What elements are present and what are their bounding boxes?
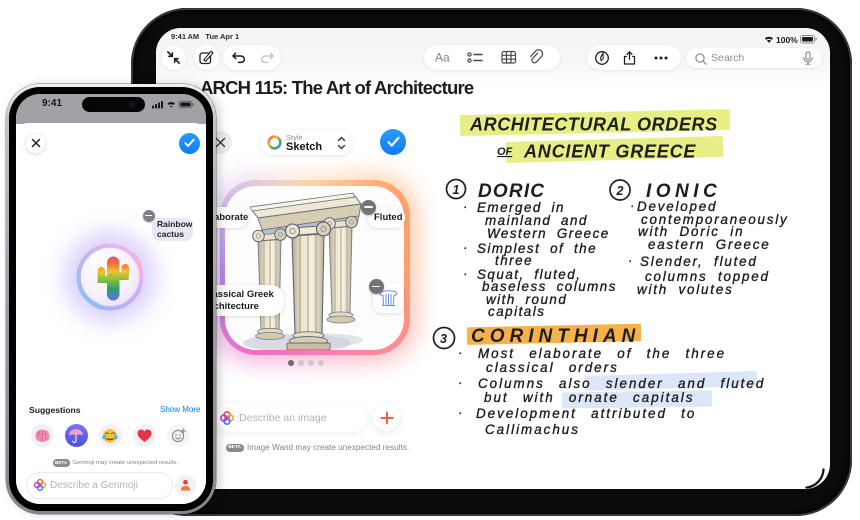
svg-text:Slender, fluted: Slender, fluted bbox=[640, 254, 758, 269]
svg-text:·: · bbox=[463, 240, 469, 255]
svg-text:Most elaborate of the three: Most elaborate of the three bbox=[478, 346, 726, 361]
svg-text:Callimachus: Callimachus bbox=[485, 422, 580, 437]
svg-text:OF: OF bbox=[497, 146, 513, 158]
svg-text:1: 1 bbox=[453, 183, 460, 197]
svg-text:·: · bbox=[458, 345, 464, 360]
svg-text:3: 3 bbox=[440, 332, 447, 346]
svg-text:·: · bbox=[458, 375, 464, 390]
svg-text:·: · bbox=[628, 253, 634, 268]
svg-text:Western Greece: Western Greece bbox=[487, 226, 610, 241]
svg-text:DORIC: DORIC bbox=[478, 181, 545, 202]
svg-text:classical orders: classical orders bbox=[486, 360, 619, 375]
svg-text:eastern Greece: eastern Greece bbox=[648, 237, 771, 252]
svg-text:CORINTHIAN: CORINTHIAN bbox=[471, 326, 640, 347]
svg-text:·: · bbox=[458, 405, 464, 420]
svg-text:ANCIENT GREECE: ANCIENT GREECE bbox=[523, 142, 696, 162]
svg-text:but with ornate capitals: but with ornate capitals bbox=[484, 390, 694, 405]
svg-text:Columns also slender and flute: Columns also slender and fluted bbox=[478, 376, 765, 391]
svg-text:with volutes: with volutes bbox=[637, 282, 734, 297]
svg-text:·: · bbox=[463, 266, 469, 281]
svg-text:Development attributed to: Development attributed to bbox=[476, 406, 696, 421]
svg-text:capitals: capitals bbox=[488, 304, 545, 319]
svg-text:three: three bbox=[495, 253, 533, 268]
svg-text:·: · bbox=[463, 199, 469, 214]
svg-text:2: 2 bbox=[616, 184, 624, 198]
svg-text:ARCHITECTURAL ORDERS: ARCHITECTURAL ORDERS bbox=[469, 115, 718, 135]
svg-text:·: · bbox=[630, 198, 636, 213]
